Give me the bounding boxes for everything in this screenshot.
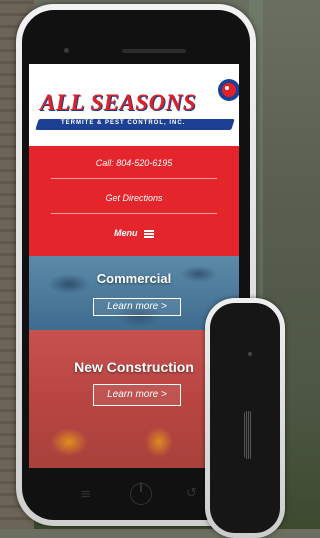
second-phone-frame — [205, 298, 285, 538]
commercial-learn-more-button[interactable]: Learn more > — [93, 298, 181, 316]
second-phone-bezel — [210, 303, 280, 533]
menu-label: Menu — [113, 228, 138, 238]
back-icon[interactable]: ↺ — [186, 486, 197, 501]
logo-tagline: TERMITE & PEST CONTROL, INC. — [61, 120, 186, 126]
menu-button[interactable]: Menu — [29, 228, 239, 238]
power-icon[interactable] — [130, 482, 152, 505]
directions-link[interactable]: Get Directions — [29, 193, 239, 203]
second-phone-speaker-grille — [244, 411, 252, 459]
hamburger-icon — [144, 230, 154, 238]
nav-divider — [51, 213, 217, 214]
second-phone-camera — [248, 352, 252, 356]
site-header: ALL SEASONS TERMITE & PEST CONTROL, INC. — [29, 64, 239, 146]
commercial-title: Commercial — [96, 271, 172, 286]
front-camera — [64, 48, 69, 53]
nav-divider — [51, 178, 217, 179]
call-link[interactable]: Call: 804-520-6195 — [29, 158, 239, 168]
termite-logo-icon — [218, 79, 239, 101]
new-construction-learn-more-button[interactable]: Learn more > — [93, 384, 181, 406]
earpiece-speaker — [122, 49, 186, 53]
logo-wordmark[interactable]: ALL SEASONS — [40, 90, 239, 116]
contact-nav: Call: 804-520-6195 Get Directions Menu — [29, 146, 239, 256]
recent-apps-icon[interactable]: ≡ — [80, 487, 91, 502]
